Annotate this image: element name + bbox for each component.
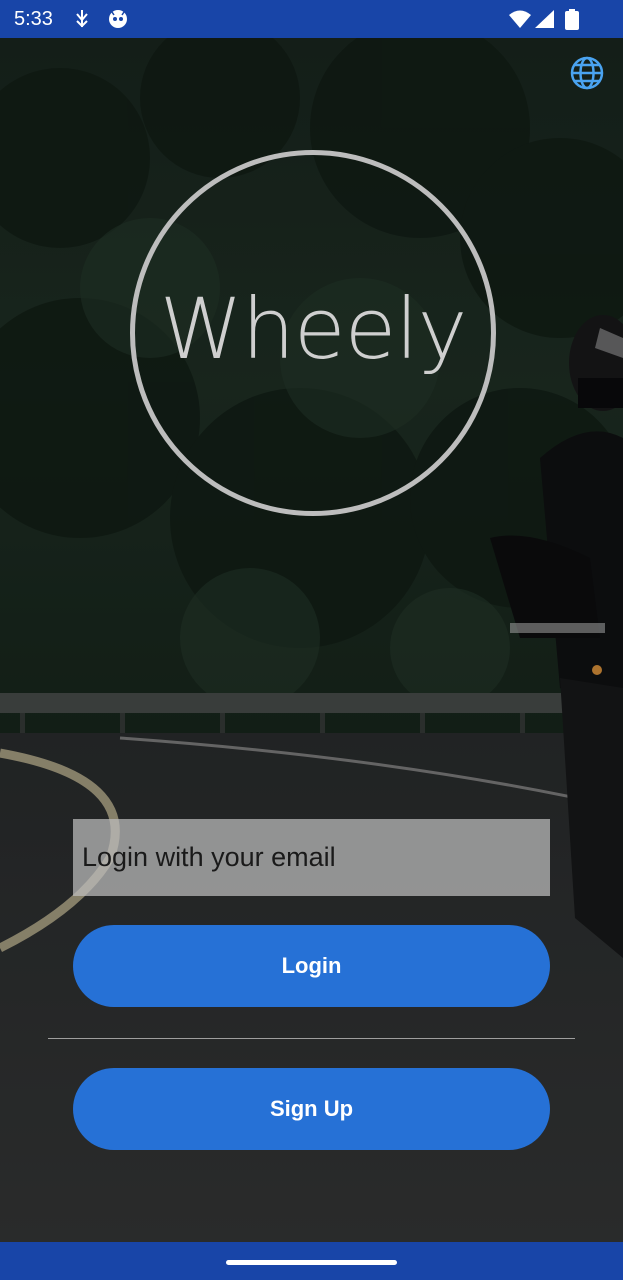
globe-icon[interactable] <box>570 56 604 90</box>
navigation-bar <box>0 1242 623 1280</box>
signup-button[interactable]: Sign Up <box>73 1068 550 1150</box>
app-logo-text: Wheely <box>159 280 468 378</box>
email-input[interactable] <box>73 819 550 896</box>
bot-icon <box>109 10 127 28</box>
divider <box>48 1038 575 1039</box>
usb-icon <box>76 10 88 28</box>
wifi-icon <box>509 10 531 28</box>
battery-icon <box>565 9 579 30</box>
signal-icon <box>535 10 554 28</box>
status-bar: 5:33 <box>0 0 623 38</box>
login-button[interactable]: Login <box>73 925 550 1007</box>
status-time: 5:33 <box>14 8 53 30</box>
home-gesture-handle[interactable] <box>226 1260 397 1265</box>
login-screen: 5:33 Wheely Login with your email Login … <box>0 0 623 1280</box>
